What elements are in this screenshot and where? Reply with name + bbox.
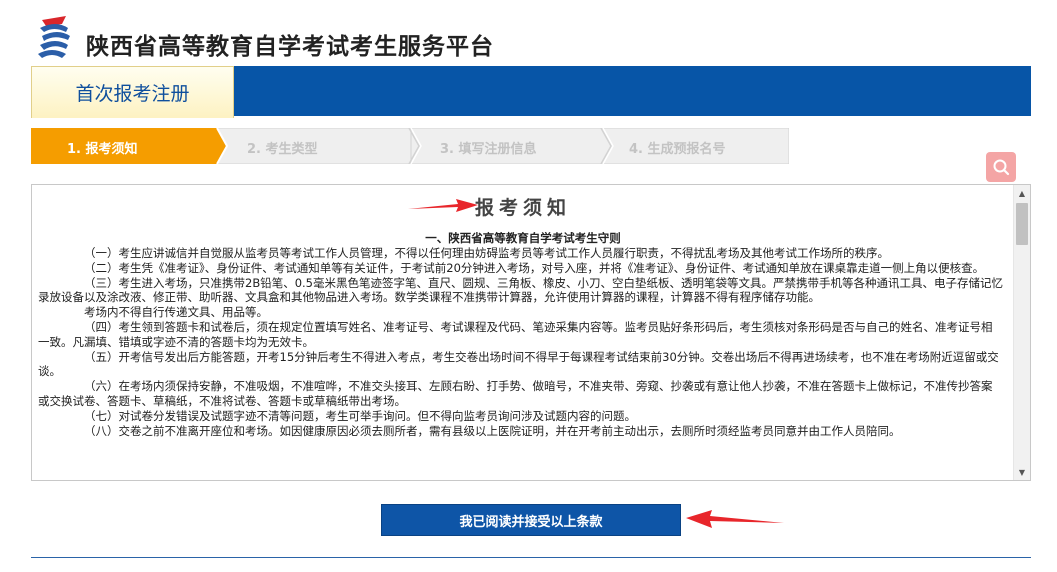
rule-paragraph: （一）考生应讲诚信并自觉服从监考员等考试工作人员管理，不得以任何理由妨碍监考员等…	[84, 246, 889, 260]
scroll-thumb[interactable]	[1016, 203, 1028, 245]
exam-logo-icon	[36, 14, 74, 60]
step-1-label: 1. 报考须知	[67, 142, 138, 157]
rule-paragraph: （五）开考信号发出后方能答题，开考15分钟后考生不得进入考点，考生交卷出场时间不…	[38, 349, 999, 379]
notice-content: 报考须知 一、陕西省高等教育自学考试考生守则 （一）考生应讲诚信并自觉服从监考员…	[38, 185, 1008, 480]
scroll-down-arrow-icon[interactable]: ▼	[1014, 464, 1030, 480]
rule-paragraph: （七）对试卷分发错误及试题字迹不清等问题，考生可举手询问。但不得向监考员询问涉及…	[84, 408, 636, 423]
step-progress: 1. 报考须知 2. 考生类型 3. 填写注册信息 4. 生成预报名号	[31, 128, 789, 164]
scroll-up-arrow-icon[interactable]: ▲	[1014, 185, 1030, 201]
rule-paragraph: 考场内不得自行传递文具、用品等。	[84, 305, 268, 320]
site-title: 陕西省高等教育自学考试考生服务平台	[86, 34, 494, 60]
step-2-label: 2. 考生类型	[247, 142, 318, 157]
notice-scrollbar[interactable]: ▲ ▼	[1013, 185, 1030, 480]
step-3-label: 3. 填写注册信息	[440, 142, 537, 157]
rule-paragraph: （二）考生凭《准考证》、身份证件、考试通知单等有关证件，于考试前20分钟进入考场…	[84, 260, 985, 275]
footer-divider	[31, 557, 1031, 558]
notice-panel[interactable]: 报考须知 一、陕西省高等教育自学考试考生守则 （一）考生应讲诚信并自觉服从监考员…	[31, 184, 1031, 481]
rule-paragraph: （三）考生进入考场，只准携带2B铅笔、0.5毫米黑色笔迹签字笔、直尺、圆规、三角…	[38, 275, 1003, 305]
tab-first-registration[interactable]: 首次报考注册	[31, 66, 234, 118]
accept-terms-button[interactable]: 我已阅读并接受以上条款	[381, 504, 681, 536]
rule-paragraph: （八）交卷之前不准离开座位和考场。如因健康原因必须去厕所者，需有县级以上医院证明…	[84, 423, 901, 438]
rules-heading: 一、陕西省高等教育自学考试考生守则	[425, 231, 621, 245]
red-arrow-icon	[408, 199, 478, 212]
rule-paragraph: （四）考生领到答题卡和试卷后，须在规定位置填写姓名、准考证号、考试课程及代码、笔…	[38, 319, 993, 349]
search-icon	[993, 159, 1010, 176]
red-arrow-icon	[686, 510, 784, 528]
notice-title: 报考须知	[474, 197, 571, 219]
tab-label: 首次报考注册	[75, 83, 190, 105]
step-4-label: 4. 生成预报名号	[629, 142, 726, 157]
rules-text: （一）考生应讲诚信并自觉服从监考员等考试工作人员管理，不得以任何理由妨碍监考员等…	[38, 246, 1003, 438]
rule-paragraph: （六）在考场内须保持安静，不准吸烟，不准喧哗，不准交头接耳、左顾右盼、打手势、做…	[38, 379, 993, 408]
search-button[interactable]	[986, 152, 1016, 182]
